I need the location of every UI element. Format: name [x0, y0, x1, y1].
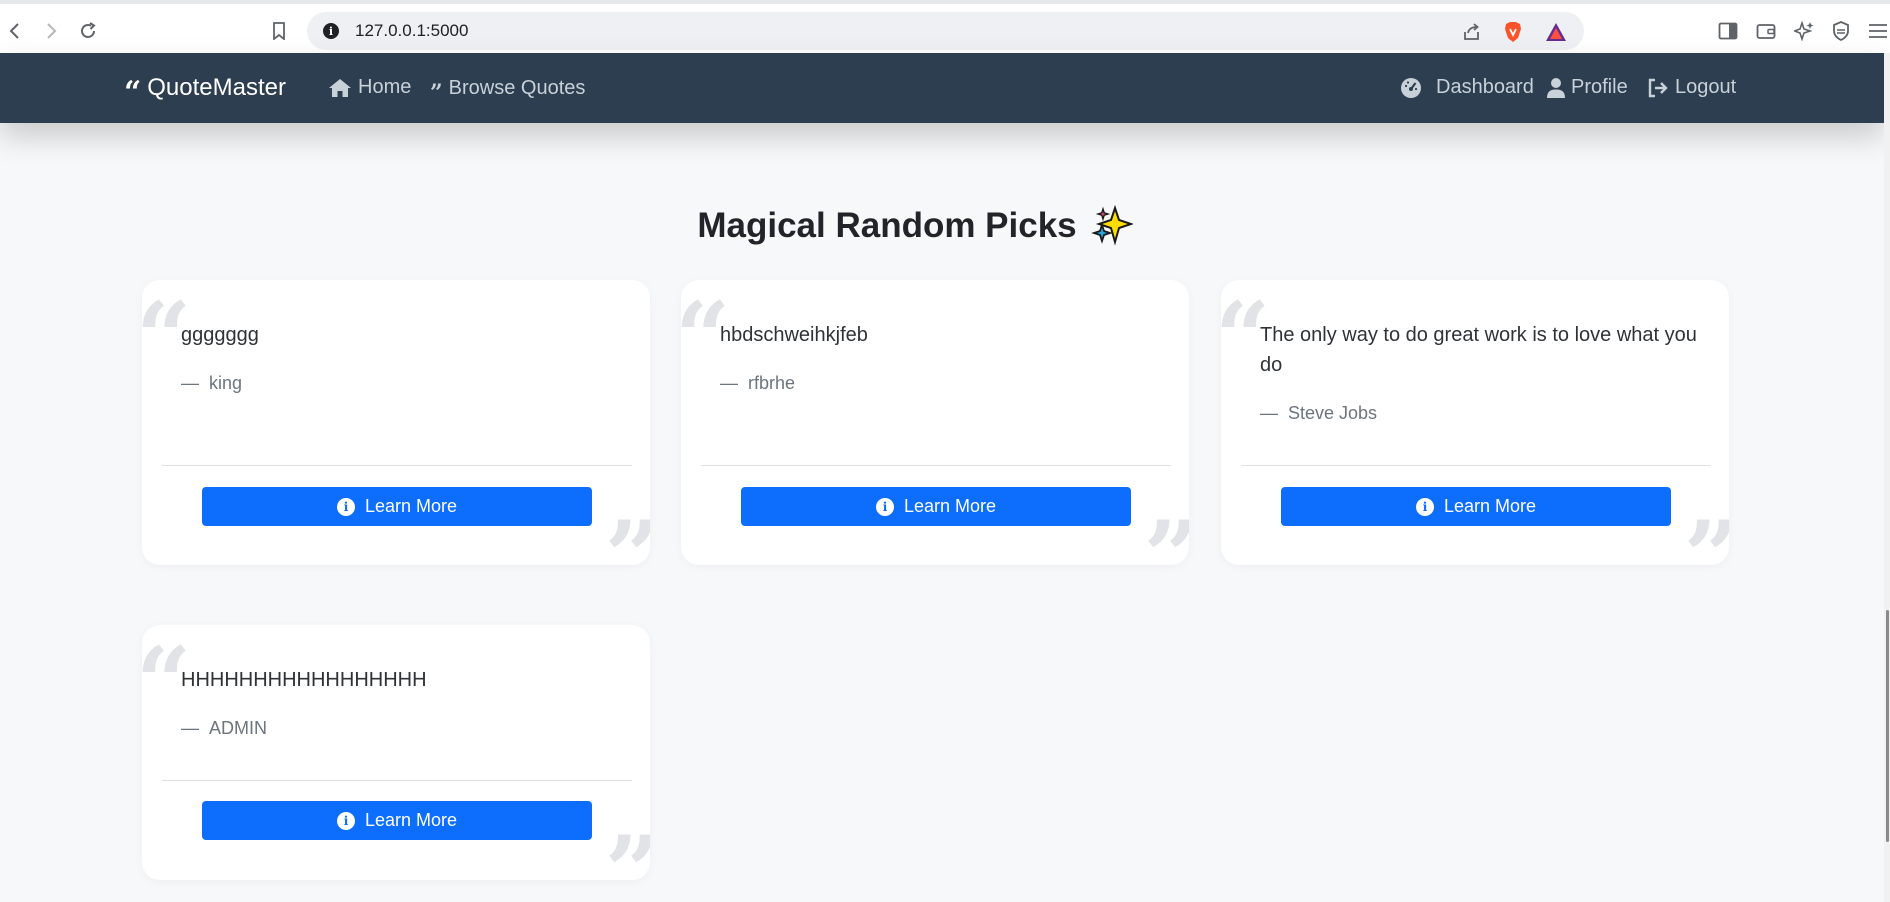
quote-author: — rfbrhe — [720, 373, 796, 393]
learn-more-label: Learn More — [1443, 496, 1537, 516]
quote-author: — king — [181, 373, 243, 393]
sparkles-icon — [1090, 205, 1133, 247]
quote-text: HHHHHHHHHHHHHHHHH — [181, 669, 427, 691]
learn-more-button[interactable]: i Learn More — [1281, 487, 1671, 526]
url-text[interactable]: 127.0.0.1:5000 — [355, 21, 468, 41]
nav-browse-label: Browse Quotes — [448, 76, 586, 99]
learn-more-label: Learn More — [903, 496, 997, 516]
browser-toolbar: i 127.0.0.1:5000 — [0, 0, 1890, 53]
nav-home[interactable]: Home — [328, 76, 411, 99]
nav-profile[interactable]: Profile — [1547, 76, 1628, 99]
sidebar-icon[interactable] — [1716, 19, 1740, 43]
author-name: rfbrhe — [748, 373, 796, 393]
learn-more-button[interactable]: i Learn More — [741, 487, 1131, 526]
home-icon — [329, 78, 351, 97]
wallet-icon[interactable] — [1754, 19, 1778, 43]
site-info-icon[interactable]: i — [323, 23, 339, 39]
dashboard-icon — [1401, 77, 1421, 98]
nav-logout[interactable]: Logout — [1647, 76, 1736, 99]
section-heading: Magical Random Picks — [0, 205, 1830, 247]
quote-card: “ hbdschweihkjfeb —rfbrhe i Learn More ” — [681, 280, 1189, 565]
nav-home-label: Home — [358, 76, 412, 98]
quote-card: “ ggggggg —king i Learn More ” — [142, 280, 650, 565]
brave-shield-icon[interactable] — [1503, 21, 1523, 43]
back-icon[interactable] — [2, 18, 28, 44]
app-navbar: “ QuoteMaster Home ” Browse Quotes Dashb… — [0, 53, 1884, 123]
quote-text: The only way to do great work is to love… — [1260, 324, 1697, 376]
reload-icon[interactable] — [75, 18, 101, 44]
quote-left-icon: “ — [124, 75, 142, 110]
quote-right-decor-icon: ” — [1144, 509, 1189, 566]
share-icon[interactable] — [1462, 21, 1482, 43]
author-name: ADMIN — [209, 718, 267, 738]
author-name: Steve Jobs — [1288, 403, 1378, 423]
user-icon — [1547, 77, 1565, 98]
brand-link[interactable]: “ QuoteMaster — [124, 73, 286, 110]
logout-icon — [1648, 78, 1668, 97]
info-icon: i — [336, 497, 355, 516]
card-divider — [1241, 465, 1711, 466]
address-bar[interactable]: i 127.0.0.1:5000 — [307, 12, 1584, 50]
learn-more-label: Learn More — [364, 810, 458, 830]
brand-name: QuoteMaster — [147, 74, 286, 101]
info-icon: i — [1415, 497, 1434, 516]
quote-author: — ADMIN — [181, 718, 267, 738]
quote-text: hbdschweihkjfeb — [720, 324, 868, 346]
nav-logout-label: Logout — [1675, 76, 1737, 98]
section-title: Magical Random Picks — [697, 206, 1077, 245]
quote-icon: ” — [430, 80, 443, 106]
card-divider — [162, 780, 632, 781]
learn-more-button[interactable]: i Learn More — [202, 487, 592, 526]
vpn-shield-icon[interactable] — [1829, 19, 1853, 43]
menu-icon[interactable] — [1866, 19, 1890, 43]
info-icon: i — [875, 497, 894, 516]
quote-text: ggggggg — [181, 324, 259, 346]
nav-dashboard[interactable]: Dashboard — [1400, 76, 1534, 99]
card-divider — [701, 465, 1171, 466]
quote-card: “ The only way to do great work is to lo… — [1221, 280, 1729, 565]
quote-card: “ HHHHHHHHHHHHHHHHH —ADMIN i Learn More … — [142, 625, 650, 880]
learn-more-label: Learn More — [364, 496, 458, 516]
forward-icon[interactable] — [38, 18, 64, 44]
page-scrollbar-thumb[interactable] — [1886, 610, 1889, 842]
info-icon: i — [336, 811, 355, 830]
learn-more-button[interactable]: i Learn More — [202, 801, 592, 840]
nav-profile-label: Profile — [1571, 76, 1628, 98]
quote-right-decor-icon: ” — [605, 509, 650, 566]
author-name: king — [209, 373, 243, 393]
brave-rewards-icon[interactable] — [1545, 21, 1567, 43]
leo-ai-icon[interactable] — [1792, 19, 1816, 43]
quote-author: — Steve Jobs — [1260, 403, 1378, 423]
nav-dashboard-label: Dashboard — [1436, 76, 1534, 98]
quote-right-decor-icon: ” — [1684, 509, 1729, 566]
quote-right-decor-icon: ” — [605, 824, 650, 881]
card-divider — [162, 465, 632, 466]
bookmark-icon[interactable] — [268, 18, 290, 44]
nav-browse-quotes[interactable]: ” Browse Quotes — [430, 76, 586, 106]
